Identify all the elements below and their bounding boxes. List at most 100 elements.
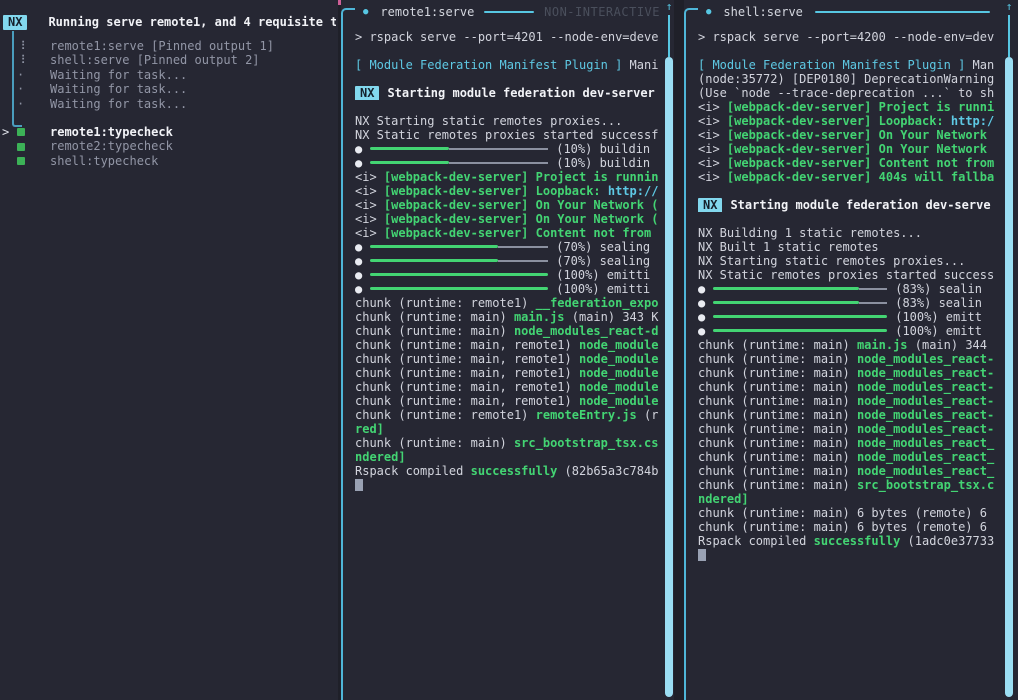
text-segment: chunk (runtime: main) [355, 436, 514, 450]
spinner-icon: ⠸ [17, 39, 50, 53]
scrollbar-thumb[interactable] [1005, 57, 1013, 697]
text-segment: chunk (runtime: main) [698, 478, 857, 492]
task-status-slot [17, 139, 50, 153]
text-segment: NX Building 1 static remotes... [698, 226, 922, 240]
terminal-cursor [698, 549, 706, 561]
text-segment: [webpack-dev-server] Content not from [727, 156, 994, 170]
text-segment: > rspack serve --port=4200 --node-env=de… [698, 30, 994, 44]
text-segment: <i> [355, 226, 384, 240]
text-segment: chunk (runtime: main) 6 bytes (remote) 6 [698, 506, 987, 520]
terminal-line: NX Static remotes proxies started succes… [698, 268, 998, 282]
task-label: remote2:typecheck [50, 139, 173, 153]
task-row[interactable]: shell:typecheck [0, 154, 338, 168]
text-segment: ndered] [355, 450, 406, 464]
progress-bar-fill [713, 329, 887, 332]
progress-bar-fill [713, 287, 859, 290]
terminal-line: chunk (runtime: remote1) __federation_ex… [355, 296, 661, 310]
pane-header[interactable]: ● remote1:serve NON-INTERACTIVE [341, 4, 660, 19]
terminal-line: red] [355, 422, 661, 436]
text-segment: http:/ [951, 114, 994, 128]
task-label: shell:typecheck [50, 154, 158, 168]
pane-title: remote1:serve [380, 5, 474, 19]
task-label: remote1:typecheck [50, 125, 173, 139]
text-segment: node_modules_react- [857, 408, 994, 422]
text-segment: Rspack compiled [698, 534, 814, 548]
scroll-arrow-stem [1008, 15, 1010, 57]
terminal-line [698, 212, 998, 226]
terminal-line: chunk (runtime: main) 6 bytes (remote) 6 [698, 520, 998, 534]
progress-line: ●(10%) buildin [355, 156, 661, 170]
progress-bar [370, 272, 548, 277]
task-row[interactable]: ⠸shell:serve [Pinned output 2] [0, 53, 338, 67]
terminal-line: <i> [webpack-dev-server] On Your Network… [355, 212, 661, 226]
waiting-dot-icon: · [17, 68, 50, 82]
text-segment: node_modules_react_ [857, 464, 994, 478]
progress-bar-fill [370, 161, 448, 164]
progress-label: (83%) sealin [895, 296, 982, 310]
text-segment: (1adc0e37733 [900, 534, 994, 548]
progress-bar [370, 160, 548, 165]
terminal-line: chunk (runtime: main) node_modules_react… [355, 324, 661, 338]
task-caret-slot [2, 154, 17, 168]
terminal-line: NX Starting module federation dev-server [355, 86, 661, 100]
text-segment: > rspack serve --port=4201 --node-env=de… [355, 30, 658, 44]
terminal-line: chunk (runtime: main) main.js (main) 343… [355, 310, 661, 324]
terminal-line: chunk (runtime: main, remote1) node_modu… [355, 394, 661, 408]
progress-bar-rest [859, 288, 887, 290]
task-caret-slot [2, 68, 17, 82]
task-label: remote1:serve [Pinned output 1] [50, 39, 274, 53]
text-segment: Mani [622, 58, 658, 72]
badge-message: Starting module federation dev-server [387, 86, 654, 100]
text-segment: chunk (runtime: main, remote1) [355, 380, 579, 394]
task-row[interactable]: remote2:typecheck [0, 139, 338, 153]
scrollbar-thumb[interactable] [665, 57, 673, 697]
text-segment: node_module [579, 366, 658, 380]
progress-line: ●(100%) emitt [698, 324, 998, 338]
scroll-up-arrow-icon[interactable]: ↑ [1006, 1, 1013, 13]
text-segment: chunk (runtime: main, remote1) [355, 366, 579, 380]
text-segment: Rspack compiled [355, 464, 471, 478]
task-row[interactable]: ·Waiting for task... [0, 97, 338, 111]
terminal-line: <i> [webpack-dev-server] On Your Network [698, 142, 998, 156]
task-caret-slot [2, 139, 17, 153]
text-segment: node_module [579, 394, 658, 408]
text-segment: (main) 343 K [565, 310, 659, 324]
spinner-icon: ⠸ [17, 53, 50, 67]
progress-dot-icon: ● [355, 282, 362, 296]
text-segment: <i> [355, 170, 384, 184]
text-segment: chunk (runtime: remote1) [355, 408, 536, 422]
scrollbar: ↑ [1005, 0, 1013, 700]
progress-bar-fill [713, 301, 859, 304]
text-segment: [webpack-dev-server] On Your Network [727, 128, 987, 142]
pane-header[interactable]: ● shell:serve [684, 4, 1004, 19]
task-row[interactable]: ⠸remote1:serve [Pinned output 1] [0, 39, 338, 53]
text-segment: chunk (runtime: remote1) [355, 296, 536, 310]
terminal-line: chunk (runtime: main) 6 bytes (remote) 6 [698, 506, 998, 520]
text-segment: chunk (runtime: main) [698, 380, 857, 394]
task-label: Waiting for task... [50, 97, 187, 111]
text-segment: chunk (runtime: main) [698, 394, 857, 408]
progress-label: (70%) sealing [556, 240, 650, 254]
nx-badge: NX [355, 86, 379, 100]
task-row[interactable]: ·Waiting for task... [0, 82, 338, 96]
task-caret-slot [2, 53, 17, 67]
terminal-line: NX Starting static remotes proxies... [355, 114, 661, 128]
progress-bar [370, 244, 548, 249]
scroll-up-arrow-icon[interactable]: ↑ [666, 1, 673, 13]
waiting-dot-icon: · [17, 82, 50, 96]
terminal-pane-remote1-serve: ● remote1:serve NON-INTERACTIVE > rspack… [341, 0, 674, 700]
progress-label: (100%) emitt [895, 310, 982, 324]
text-segment: chunk (runtime: main) [698, 352, 857, 366]
text-segment: [webpack-dev-server] On Your Network ( [384, 198, 659, 212]
progress-bar-fill [370, 245, 498, 248]
progress-bar-fill [370, 287, 548, 290]
task-row[interactable]: >remote1:typecheck [0, 125, 338, 139]
task-row[interactable]: ·Waiting for task... [0, 68, 338, 82]
text-segment: node_modules_react_ [857, 436, 994, 450]
pane-status-dot-icon: ● [363, 7, 368, 17]
typecheck-task-list: >remote1:typecheckremote2:typecheckshell… [0, 125, 338, 168]
terminal-line: chunk (runtime: main) node_modules_react… [698, 394, 998, 408]
text-segment: __federation_expo [536, 296, 659, 310]
progress-label: (10%) buildin [556, 156, 650, 170]
success-square-icon [17, 157, 25, 165]
